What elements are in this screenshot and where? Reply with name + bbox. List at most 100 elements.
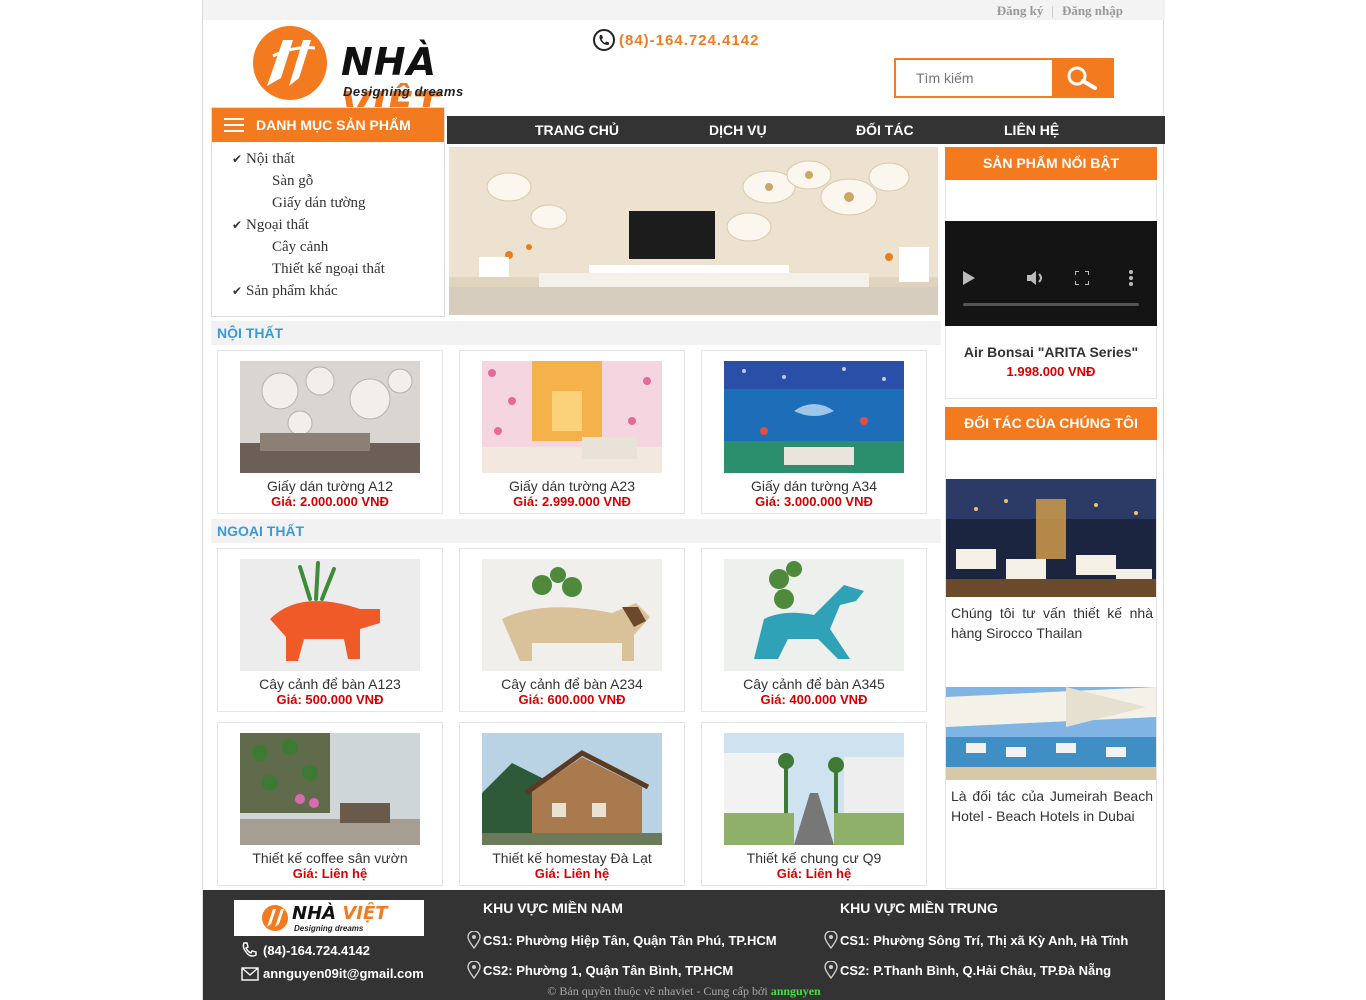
- featured-title: SẢN PHẨM NỔI BẬT: [945, 147, 1157, 180]
- video-progress-bar[interactable]: [963, 303, 1139, 306]
- footer-logo[interactable]: NHÀ VIỆT Designing dreams: [234, 900, 424, 936]
- author-link[interactable]: annguyen: [771, 984, 821, 998]
- product-name[interactable]: Giấy dán tường A12: [218, 478, 442, 494]
- product-price: Giá: Liên hệ: [534, 866, 610, 881]
- product-name[interactable]: Cây cảnh để bàn A123: [218, 676, 442, 692]
- logo-mark-icon: [262, 905, 288, 931]
- footer-email[interactable]: annguyen09it@gmail.com: [241, 966, 424, 981]
- site-logo[interactable]: NHÀ VIỆT Designing dreams: [253, 26, 533, 128]
- footer: NHÀ VIỆT Designing dreams (84)-164.724.4…: [203, 890, 1165, 1000]
- category-item-exterior-design[interactable]: Thiết kế ngoại thất: [212, 258, 385, 280]
- product-image[interactable]: [724, 733, 904, 845]
- category-menu-header[interactable]: DANH MỤC SẢN PHẨM: [212, 108, 444, 142]
- product-name[interactable]: Cây cảnh để bàn A345: [702, 676, 926, 692]
- search-icon: [1067, 66, 1097, 90]
- nav-contact[interactable]: LIÊN HỆ: [1004, 122, 1059, 138]
- main-nav: TRANG CHỦ DỊCH VỤ ĐỐI TÁC LIÊN HỆ: [447, 116, 1165, 144]
- partner-caption[interactable]: Là đối tác của Jumeirah Beach Hotel - Be…: [951, 786, 1153, 826]
- product-name[interactable]: Giấy dán tường A23: [460, 478, 684, 494]
- featured-product-price: 1.998.000 VNĐ: [1006, 364, 1096, 379]
- nav-services[interactable]: DỊCH VỤ: [709, 122, 767, 138]
- nav-home[interactable]: TRANG CHỦ: [535, 122, 619, 138]
- category-item-other[interactable]: ✔ Sản phẩm khác: [212, 280, 385, 302]
- location-pin-icon: [467, 961, 481, 979]
- product-card[interactable]: Thiết kế coffee sân vườn Giá: Liên hệ: [217, 722, 443, 886]
- nav-partners[interactable]: ĐỐI TÁC: [856, 122, 914, 138]
- section-title-interior[interactable]: NỘI THẤT: [211, 321, 941, 345]
- top-bar: Đăng ký | Đăng nhập: [203, 0, 1165, 20]
- product-name[interactable]: Thiết kế coffee sân vườn: [218, 850, 442, 866]
- product-name[interactable]: Thiết kế chung cư Q9: [702, 850, 926, 866]
- phone-icon: [242, 942, 257, 957]
- page: Đăng ký | Đăng nhập NHÀ VIỆT Designing dre…: [202, 0, 1165, 1000]
- product-image[interactable]: [482, 559, 662, 671]
- partner-caption[interactable]: Chúng tôi tư vấn thiết kế nhà hàng Siroc…: [951, 603, 1153, 643]
- product-image[interactable]: [240, 361, 420, 473]
- product-image[interactable]: [482, 361, 662, 473]
- product-price: Giá: Liên hệ: [292, 866, 368, 881]
- product-card[interactable]: Giấy dán tường A12 Giá: 2.000.000 VNĐ: [217, 350, 443, 514]
- product-card[interactable]: Thiết kế chung cư Q9 Giá: Liên hệ: [701, 722, 927, 886]
- category-item-wallpaper[interactable]: Giấy dán tường: [212, 192, 385, 214]
- footer-south-address: CS1: Phường Hiệp Tân, Quận Tân Phú, TP.H…: [467, 931, 777, 949]
- search-input[interactable]: [896, 60, 1052, 96]
- product-image[interactable]: [724, 559, 904, 671]
- menu-icon: [224, 118, 244, 132]
- product-price: Giá: 2.000.000 VNĐ: [271, 494, 389, 509]
- footer-logo-text: NHÀ VIỆT: [292, 903, 388, 924]
- footer-central-address: CS2: P.Thanh Bình, Q.Hải Châu, TP.Đà Nẵn…: [824, 961, 1111, 979]
- hero-banner[interactable]: [449, 147, 938, 315]
- fullscreen-icon[interactable]: [1075, 271, 1089, 285]
- category-item-plants[interactable]: Cây cảnh: [212, 236, 385, 258]
- location-pin-icon: [467, 931, 481, 949]
- more-options-icon[interactable]: [1129, 270, 1133, 286]
- product-price: Giá: 500.000 VNĐ: [276, 692, 384, 707]
- product-card[interactable]: Cây cảnh để bàn A234 Giá: 600.000 VNĐ: [459, 548, 685, 712]
- category-item-wood-floor[interactable]: Sàn gỗ: [212, 170, 385, 192]
- product-name[interactable]: Giấy dán tường A34: [702, 478, 926, 494]
- volume-icon[interactable]: [1027, 270, 1045, 286]
- category-item-interior[interactable]: ✔ Nội thất: [212, 148, 385, 170]
- product-image[interactable]: [482, 733, 662, 845]
- search-button[interactable]: [1052, 60, 1112, 96]
- product-image[interactable]: [240, 733, 420, 845]
- category-item-exterior[interactable]: ✔ Ngoại thất: [212, 214, 385, 236]
- section-title-exterior[interactable]: NGOẠI THẤT: [211, 519, 941, 543]
- product-name[interactable]: Cây cảnh để bàn A234: [460, 676, 684, 692]
- copyright: © Bản quyền thuộc về nhaviet - Cung cấp …: [547, 984, 821, 998]
- logo-tagline: Designing dreams: [343, 84, 464, 99]
- footer-central-title: KHU VỰC MIỀN TRUNG: [840, 900, 998, 916]
- partners-title: ĐỐI TÁC CỦA CHÚNG TÔI: [945, 407, 1157, 440]
- category-menu: DANH MỤC SẢN PHẨM ✔ Nội thất Sàn gỗ Giấy …: [211, 107, 445, 317]
- check-icon: ✔: [232, 284, 243, 298]
- footer-south-title: KHU VỰC MIỀN NAM: [483, 900, 623, 916]
- product-card[interactable]: Cây cảnh để bàn A123 Giá: 500.000 VNĐ: [217, 548, 443, 712]
- login-link[interactable]: Đăng nhập: [1062, 3, 1123, 18]
- play-icon[interactable]: [963, 271, 975, 285]
- product-image[interactable]: [240, 559, 420, 671]
- product-price: Giá: Liên hệ: [776, 866, 852, 881]
- featured-product-name[interactable]: Air Bonsai "ARITA Series": [945, 344, 1157, 360]
- check-icon: ✔: [232, 218, 243, 232]
- video-player[interactable]: [945, 221, 1157, 326]
- product-price: Giá: 2.999.000 VNĐ: [513, 494, 631, 509]
- product-price: Giá: 600.000 VNĐ: [518, 692, 626, 707]
- category-list: ✔ Nội thất Sàn gỗ Giấy dán tường ✔ Ngoại t…: [212, 148, 385, 302]
- product-card[interactable]: Cây cảnh để bàn A345 Giá: 400.000 VNĐ: [701, 548, 927, 712]
- partner-image[interactable]: [946, 479, 1156, 597]
- check-icon: ✔: [232, 152, 243, 166]
- account-links: Đăng ký | Đăng nhập: [996, 3, 1123, 18]
- product-image[interactable]: [724, 361, 904, 473]
- header-phone: (84)-164.724.4142: [593, 29, 759, 51]
- mail-icon: [241, 966, 259, 981]
- product-card[interactable]: Giấy dán tường A34 Giá: 3.000.000 VNĐ: [701, 350, 927, 514]
- product-card[interactable]: Thiết kế homestay Đà Lạt Giá: Liên hệ: [459, 722, 685, 886]
- product-price: Giá: 3.000.000 VNĐ: [755, 494, 873, 509]
- footer-phone: (84)-164.724.4142: [241, 942, 370, 958]
- product-card[interactable]: Giấy dán tường A23 Giá: 2.999.000 VNĐ: [459, 350, 685, 514]
- product-name[interactable]: Thiết kế homestay Đà Lạt: [460, 850, 684, 866]
- register-link[interactable]: Đăng ký: [997, 3, 1044, 18]
- logo-mark-icon: [253, 26, 327, 100]
- product-price: Giá: 400.000 VNĐ: [760, 692, 868, 707]
- partner-image[interactable]: [946, 687, 1156, 780]
